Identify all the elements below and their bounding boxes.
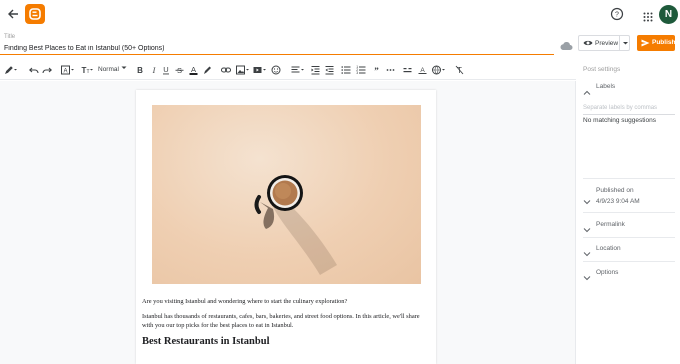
paragraph-style-label: Normal (98, 66, 119, 73)
divider (583, 261, 675, 262)
arrow-left-icon[interactable] (6, 7, 20, 21)
svg-text:T: T (86, 69, 89, 75)
svg-text:3: 3 (356, 71, 358, 75)
published-on-header[interactable]: Published on (596, 187, 634, 194)
svg-text:”: ” (374, 66, 379, 76)
pencil-icon[interactable] (4, 64, 18, 76)
svg-text:?: ? (615, 12, 619, 19)
post-paragraph[interactable]: Are you visiting Istanbul and wondering … (142, 298, 432, 307)
align-icon[interactable] (291, 64, 305, 76)
preview-button[interactable]: Preview (578, 35, 630, 51)
emoji-icon[interactable] (271, 64, 281, 76)
blogger-logo-icon[interactable] (25, 4, 45, 24)
post-title-input[interactable] (0, 42, 554, 55)
labels-header[interactable]: Labels (596, 83, 615, 90)
image-icon[interactable] (236, 64, 250, 76)
underline-icon[interactable]: U (162, 64, 170, 76)
send-icon (641, 39, 650, 49)
divider (583, 212, 675, 213)
more-icon[interactable] (386, 64, 395, 76)
location-header[interactable]: Location (596, 245, 621, 252)
publish-label: Publish (652, 39, 676, 46)
translit-icon[interactable] (432, 64, 446, 76)
labels-input[interactable]: Separate labels by commas (583, 105, 657, 111)
strikethrough-icon[interactable]: S (175, 64, 184, 76)
title-caption: Title (4, 34, 16, 40)
apps-grid-icon[interactable] (643, 9, 653, 22)
eye-icon (583, 39, 593, 49)
chevron-down-icon[interactable] (583, 193, 591, 205)
editor-canvas: Are you visiting Istanbul and wondering … (0, 81, 576, 364)
coffee-cup-photo[interactable] (152, 105, 421, 284)
cloud-saved-icon (560, 38, 573, 51)
svg-text:B: B (137, 66, 143, 75)
outdent-icon[interactable] (325, 64, 334, 76)
published-date: 4/9/23 9:04 AM (596, 198, 640, 205)
permalink-header[interactable]: Permalink (596, 221, 625, 228)
chevron-down-icon[interactable] (583, 221, 591, 233)
avatar[interactable]: N (659, 5, 678, 24)
labels-no-match: No matching suggestions (583, 117, 656, 124)
publish-button[interactable]: Publish (637, 35, 675, 51)
chevron-down-icon[interactable] (583, 269, 591, 281)
options-header[interactable]: Options (596, 269, 618, 276)
video-icon[interactable] (253, 64, 267, 76)
post-settings-sidebar: Post settings Labels Separate labels by … (577, 58, 680, 364)
bulleted-list-icon[interactable] (341, 64, 351, 76)
text-color-icon[interactable]: A (189, 64, 198, 76)
font-size-icon[interactable]: TT (80, 64, 94, 76)
post-paragraph[interactable]: Istanbul has thousands of restaurants, c… (142, 313, 430, 330)
top-bar: ? N (0, 0, 680, 30)
svg-text:A: A (420, 67, 425, 74)
help-circle-icon[interactable]: ? (610, 7, 624, 21)
divider (583, 237, 675, 238)
link-icon[interactable] (221, 64, 231, 76)
svg-text:A: A (63, 69, 67, 75)
paragraph-style-select[interactable]: Normal (98, 64, 127, 76)
bold-icon[interactable]: B (136, 64, 144, 76)
numbered-list-icon[interactable]: 123 (356, 64, 366, 76)
italic-icon[interactable]: I (150, 64, 158, 76)
highlight-icon[interactable] (203, 64, 212, 76)
clear-formatting-icon[interactable]: T (455, 64, 464, 76)
preview-label: Preview (595, 40, 619, 47)
chevron-up-icon[interactable] (583, 84, 591, 95)
undo-icon[interactable] (29, 64, 39, 76)
formatting-icon[interactable]: A (418, 64, 427, 76)
special-characters-icon[interactable] (403, 64, 412, 76)
svg-text:A: A (191, 65, 196, 74)
post-body[interactable]: Are you visiting Istanbul and wondering … (136, 90, 436, 364)
post-heading[interactable]: Best Restaurants in Istanbul (142, 336, 269, 347)
chevron-down-icon[interactable] (583, 245, 591, 257)
svg-text:I: I (152, 66, 156, 75)
redo-icon[interactable] (42, 64, 52, 76)
divider (583, 178, 675, 179)
svg-text:U: U (163, 65, 168, 74)
indent-icon[interactable] (311, 64, 320, 76)
post-settings-title: Post settings (583, 66, 621, 73)
editor-toolbar: A TT Normal B I U S A 123 ” A T (0, 60, 576, 80)
preview-divider (619, 36, 620, 50)
labels-input-underline (583, 114, 675, 115)
quote-icon[interactable]: ” (372, 64, 381, 76)
font-family-icon[interactable]: A (61, 64, 75, 76)
chevron-down-icon[interactable] (622, 39, 629, 49)
